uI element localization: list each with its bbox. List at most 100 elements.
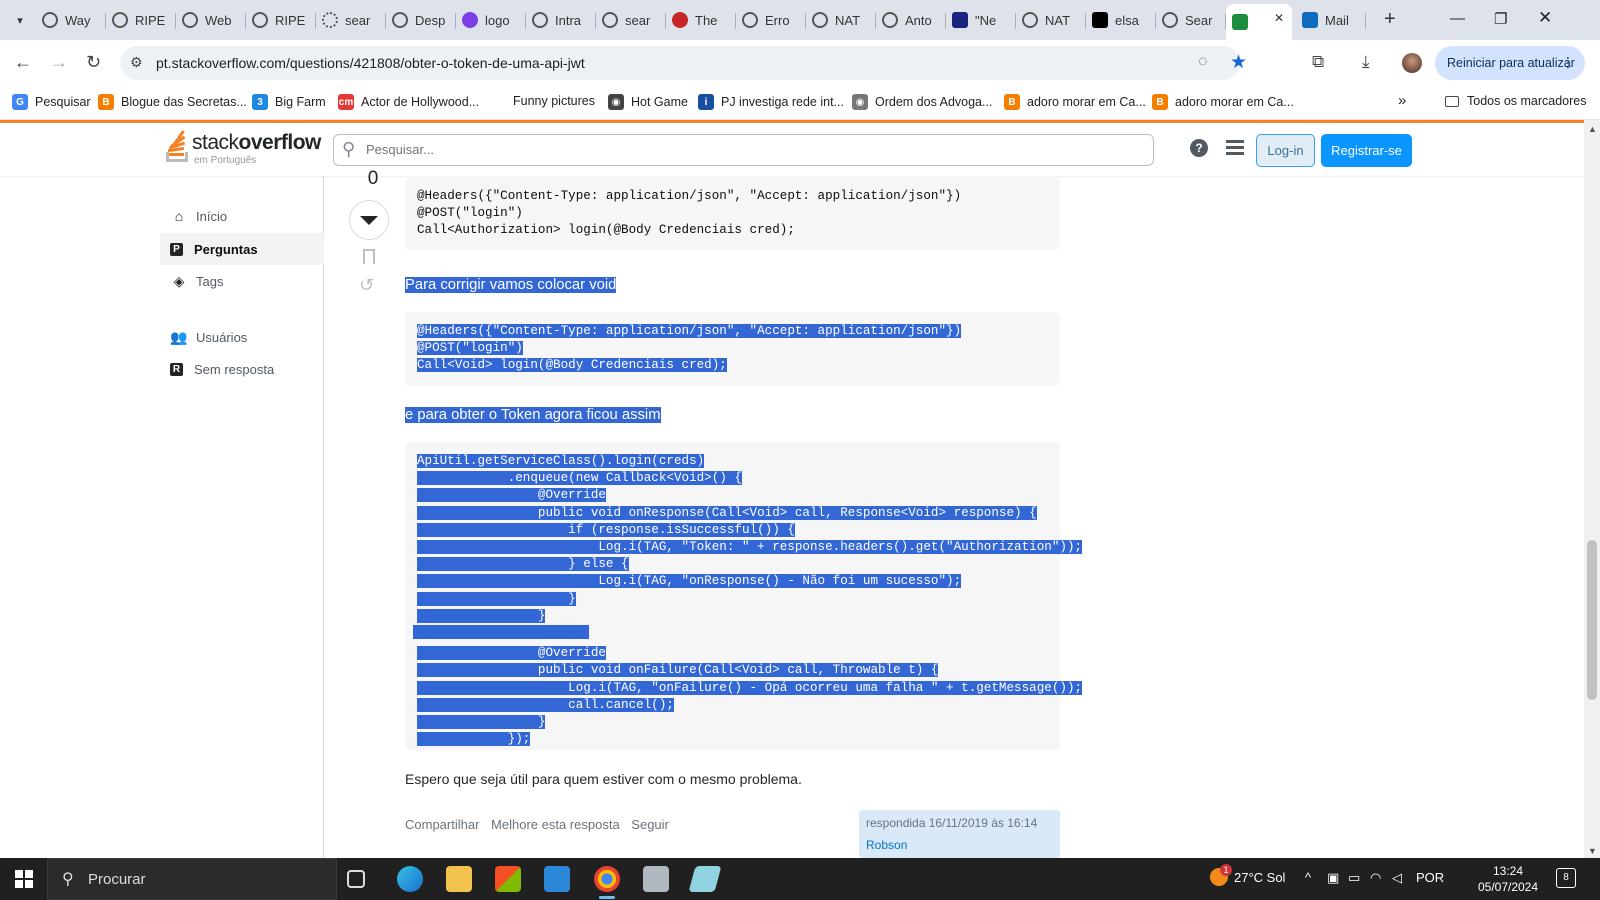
reload-icon[interactable]: ↻ [86,52,101,73]
tab-16[interactable]: Sear [1156,5,1226,35]
clock[interactable]: 13:24 05/07/2024 [1468,863,1548,895]
nav-item-home[interactable]: ⌂ Início [160,200,324,232]
signup-button[interactable]: Registrar-se [1321,134,1412,167]
login-button[interactable]: Log-in [1256,134,1315,167]
chrome-icon[interactable] [594,866,620,899]
tab-17[interactable]: ✕ [1226,4,1292,40]
bookmark-icon[interactable] [363,249,375,264]
eye-off-icon[interactable]: ◌ [1198,53,1208,71]
tab-2[interactable]: Web [176,5,246,35]
edge-icon[interactable] [397,866,423,892]
app-icon[interactable] [643,866,669,892]
close-tab-icon[interactable]: ✕ [1274,11,1284,25]
restart-to-update-button[interactable]: Reiniciar para atualizar ⋮ [1435,46,1585,80]
taskbar-search[interactable]: ⚲ Procurar [47,858,337,900]
tab-0[interactable]: Way [36,5,106,35]
tab-18[interactable]: Mail [1296,5,1366,35]
help-icon[interactable]: ? [1190,139,1208,157]
globe-icon [882,12,898,28]
language-indicator[interactable]: POR [1416,870,1444,885]
bookmark-item[interactable]: i PJ investiga rede int... [698,94,844,110]
forward-icon[interactable]: → [50,52,68,73]
code-line: call.cancel(); [417,697,674,712]
stackoverflow-logo[interactable]: stackoverflow em Português [166,130,321,166]
bookmark-item[interactable]: B Blogue das Secretas... [98,94,247,110]
all-bookmarks-folder[interactable]: Todos os marcadores [1445,94,1587,108]
scroll-thumb[interactable] [1587,540,1597,700]
code-line [413,625,589,640]
store-icon[interactable] [495,866,521,892]
history-icon[interactable]: ↺ [359,275,374,296]
tab-search-chevron-icon[interactable]: ▾ [8,8,32,32]
tab-4[interactable]: sear [316,5,386,35]
author-link[interactable]: Robson [866,838,1053,852]
tab-1[interactable]: RIPE [106,5,176,35]
tab-10[interactable]: Erro [736,5,806,35]
improve-answer-link[interactable]: Melhore esta resposta [491,817,620,832]
wifi-icon[interactable]: ◠ [1370,870,1381,886]
back-icon[interactable]: ← [14,52,32,73]
tab-11[interactable]: NAT [806,5,876,35]
tab-8[interactable]: sear [596,5,666,35]
nav-item-questions[interactable]: P Perguntas [160,233,324,265]
restart-label: Reiniciar para atualizar [1447,56,1575,70]
meet-icon[interactable]: ▣ [1327,870,1339,886]
scroll-down-icon[interactable]: ▼ [1588,846,1597,856]
tab-15[interactable]: elsa [1086,5,1156,35]
tab-title: Web [205,12,232,28]
weather-text[interactable]: 27°C Sol [1234,870,1285,885]
follow-link[interactable]: Seguir [631,817,669,832]
more-bookmarks-icon[interactable]: » [1398,92,1406,109]
nav-item-unanswered[interactable]: R Sem resposta [160,353,324,385]
show-hidden-icons-icon[interactable]: ^ [1305,870,1311,885]
bookmark-item[interactable]: ◉ Ordem dos Advoga... [852,94,992,110]
unanswered-icon: R [170,362,183,376]
bookmark-item[interactable]: Badoro morar em Ca... [1004,94,1146,110]
scroll-up-icon[interactable]: ▲ [1588,124,1597,134]
bookmark-item[interactable]: 3 Big Farm [252,94,326,110]
tab-13[interactable]: "Ne [946,5,1016,35]
new-tab-button[interactable]: + [1384,8,1396,31]
stackoverflow-logo-icon [166,130,188,162]
windows-start-icon[interactable] [15,870,33,888]
battery-icon[interactable]: ▭ [1348,870,1360,886]
site-switcher-icon[interactable] [1226,140,1244,156]
site-settings-icon[interactable]: ⚙ [130,54,143,71]
page-scrollbar[interactable]: ▲ ▼ [1584,120,1600,858]
nav-item-tags[interactable]: ◈ Tags [160,265,324,297]
file-explorer-icon[interactable] [446,866,472,892]
mail-icon[interactable] [544,866,570,892]
tab-3[interactable]: RIPE [246,5,316,35]
bookmark-item[interactable]: Badoro morar em Ca... [1152,94,1294,110]
tab-9[interactable]: The [666,5,736,35]
tab-12[interactable]: Anto [876,5,946,35]
bookmark-star-icon[interactable]: ★ [1230,51,1247,74]
bookmark-item[interactable]: Funny pictures [513,94,595,108]
tab-7[interactable]: Intra [526,5,596,35]
code-line: public void onFailure(Call<Void> call, T… [417,663,939,678]
nav-item-users[interactable]: 👥 Usuários [160,321,324,353]
notifications-icon[interactable]: 8 [1556,868,1576,888]
download-icon[interactable]: ⤓ [1362,52,1370,72]
extensions-icon[interactable]: ⧉ [1312,52,1324,72]
minimize-icon[interactable]: — [1450,10,1465,27]
more-menu-icon[interactable]: ⋮ [1561,54,1575,71]
share-link[interactable]: Compartilhar [405,817,479,832]
tab-14[interactable]: NAT [1016,5,1086,35]
tab-6[interactable]: logo [456,5,526,35]
search-input[interactable] [366,142,1066,157]
site-search[interactable]: ⚲ [333,134,1154,166]
task-view-icon[interactable] [347,870,365,888]
restore-icon[interactable]: ❐ [1494,10,1507,28]
address-bar[interactable]: ⚙ pt.stackoverflow.com/questions/421808/… [120,46,1247,80]
notepad-icon[interactable] [688,866,722,892]
bookmark-item[interactable]: G Pesquisar [12,94,91,110]
tab-5[interactable]: Desp [386,5,456,35]
url-text[interactable]: pt.stackoverflow.com/questions/421808/ob… [156,55,585,71]
profile-avatar[interactable] [1402,53,1422,73]
bookmark-item[interactable]: cm Actor de Hollywood... [338,94,479,110]
volume-icon[interactable]: ◁ [1392,870,1402,886]
bookmark-item[interactable]: ◉ Hot Game [608,94,688,110]
downvote-button[interactable] [349,200,389,240]
close-window-icon[interactable]: ✕ [1538,8,1552,28]
